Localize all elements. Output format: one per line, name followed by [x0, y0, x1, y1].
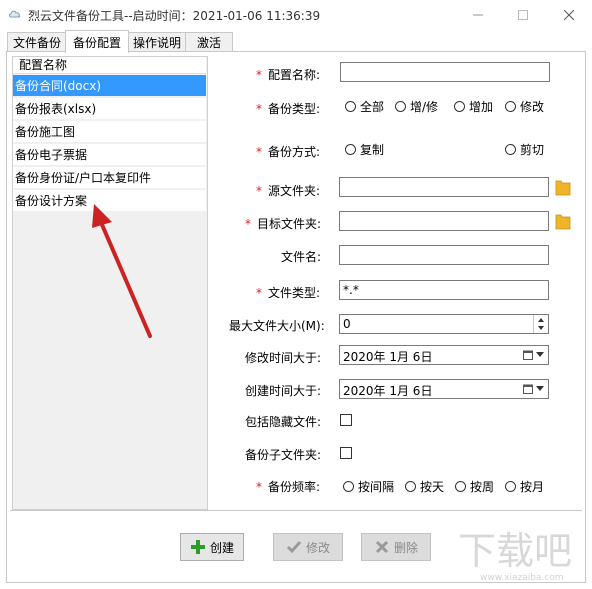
modify-button[interactable]: 修改 [273, 533, 343, 561]
tab-backup-config[interactable]: 备份配置 [65, 30, 129, 53]
svg-text:www.xiazaiba.com: www.xiazaiba.com [480, 573, 564, 583]
source-folder-input[interactable] [339, 177, 549, 197]
created-after-datepicker[interactable]: 2020年 1月 6日 [339, 379, 549, 399]
config-name-input[interactable] [340, 62, 550, 82]
modified-after-calendar-button[interactable] [519, 346, 547, 364]
tab-instructions[interactable]: 操作说明 [127, 32, 187, 52]
target-folder-label: * 目标文件夹: [245, 217, 322, 231]
list-item[interactable]: 备份施工图 [13, 121, 206, 143]
include-hidden-checkbox[interactable] [340, 414, 352, 426]
chevron-down-icon [535, 352, 544, 357]
created-after-calendar-button[interactable] [519, 380, 547, 398]
radio-type-add-modify[interactable]: 增/修 [395, 98, 438, 115]
checkmark-icon [286, 541, 302, 554]
divider [10, 510, 582, 511]
radio-frequency-daily[interactable]: 按天 [405, 478, 444, 495]
max-file-size-stepper[interactable]: 0 [339, 314, 549, 334]
window-title: 烈云文件备份工具--启动时间：2021-01-06 11:36:39 [28, 9, 321, 23]
calendar-icon [522, 350, 533, 360]
created-after-label: 创建时间大于: [245, 384, 322, 398]
close-button[interactable] [546, 0, 592, 30]
svg-text:下载吧: 下载吧 [458, 529, 572, 573]
minimize-icon [473, 14, 483, 16]
radio-frequency-weekly[interactable]: 按周 [455, 478, 494, 495]
source-folder-browse-button[interactable] [555, 177, 571, 197]
chevron-down-icon [535, 386, 544, 391]
radio-mode-cut[interactable]: 剪切 [505, 141, 544, 158]
folder-icon [555, 180, 571, 196]
file-name-input[interactable] [339, 245, 549, 265]
target-folder-input[interactable] [339, 211, 549, 231]
minimize-button[interactable] [455, 0, 501, 30]
file-type-input[interactable]: *.* [339, 280, 549, 300]
list-item[interactable]: 备份报表(xlsx) [13, 98, 206, 120]
file-name-label: 文件名: [281, 250, 322, 264]
radio-type-modify[interactable]: 修改 [505, 98, 544, 115]
include-hidden-label: 包括隐藏文件: [245, 415, 322, 429]
config-name-label: * 配置名称: [256, 68, 321, 82]
file-type-label: * 文件类型: [256, 286, 321, 300]
list-item[interactable]: 备份合同(docx) [13, 75, 206, 97]
max-file-size-spinner[interactable] [533, 315, 548, 333]
radio-frequency-monthly[interactable]: 按月 [505, 478, 544, 495]
radio-frequency-interval[interactable]: 按间隔 [343, 478, 394, 495]
delete-button[interactable]: 删除 [361, 533, 431, 561]
backup-mode-label: * 备份方式: [256, 145, 321, 159]
modified-after-label: 修改时间大于: [245, 351, 322, 365]
max-file-size-label: 最大文件大小(M): [229, 319, 325, 333]
create-button[interactable]: 创建 [180, 533, 244, 561]
spin-up-icon [538, 318, 544, 322]
maximize-button[interactable] [500, 0, 546, 30]
list-header: 配置名称 [13, 57, 206, 74]
backup-frequency-label: * 备份频率: [256, 480, 321, 494]
radio-type-all[interactable]: 全部 [345, 98, 384, 115]
tab-file-backup[interactable]: 文件备份 [7, 32, 67, 52]
cloud-app-icon [9, 10, 21, 18]
calendar-icon [522, 384, 533, 394]
close-icon [564, 10, 574, 20]
maximize-icon [518, 10, 528, 20]
source-folder-label: * 源文件夹: [256, 184, 321, 198]
plus-icon [190, 540, 205, 554]
backup-subfolders-checkbox[interactable] [340, 447, 352, 459]
backup-type-label: * 备份类型: [256, 102, 321, 116]
x-icon [375, 540, 389, 554]
watermark-logo: 下载吧 www.xiazaiba.com [452, 522, 592, 584]
folder-icon [555, 214, 571, 230]
radio-mode-copy[interactable]: 复制 [345, 141, 384, 158]
backup-subfolders-label: 备份子文件夹: [245, 448, 322, 462]
target-folder-browse-button[interactable] [555, 211, 571, 231]
tab-activate[interactable]: 激活 [185, 32, 233, 52]
annotation-arrow [92, 204, 152, 338]
title-bar: 烈云文件备份工具--启动时间：2021-01-06 11:36:39 [0, 0, 592, 30]
list-item[interactable]: 备份身份证/户口本复印件 [13, 167, 206, 189]
list-item[interactable]: 备份电子票据 [13, 144, 206, 166]
modified-after-datepicker[interactable]: 2020年 1月 6日 [339, 345, 549, 365]
radio-type-add[interactable]: 增加 [454, 98, 493, 115]
spin-down-icon [538, 326, 544, 330]
